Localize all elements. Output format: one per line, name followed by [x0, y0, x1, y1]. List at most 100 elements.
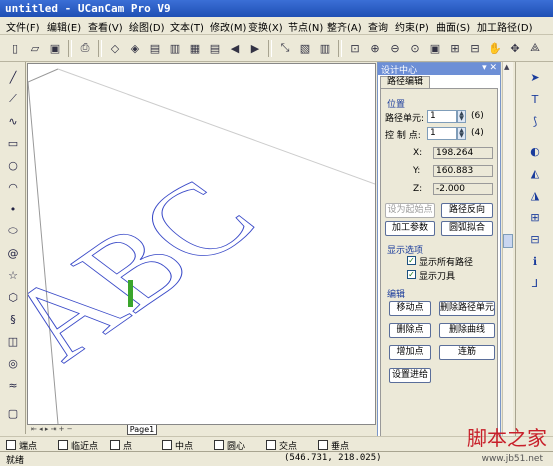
menu-toolpath[interactable]: 加工路径(D) [477, 19, 533, 34]
barcode-icon[interactable]: ▥ [316, 39, 334, 57]
zoom-window-icon[interactable]: ⊡ [346, 39, 364, 57]
menu-modify[interactable]: 修改(M) [210, 19, 246, 34]
y-value: 160.883 [433, 165, 493, 177]
paste-icon[interactable]: ▤ [146, 39, 164, 57]
zoom-out-icon[interactable]: ⊖ [386, 39, 404, 57]
spline-tool-icon[interactable]: § [4, 310, 22, 328]
panel-scrollbar[interactable]: ▲ [502, 62, 513, 447]
path-unit-input[interactable]: 1 [427, 110, 457, 123]
add-point-button[interactable]: 增加点 [389, 345, 431, 360]
set-feed-button[interactable]: 设置进给 [389, 368, 431, 383]
menu-query[interactable]: 查询 [368, 19, 388, 34]
point-tool-icon[interactable]: • [4, 200, 22, 218]
cutter-icon[interactable]: ◭ [526, 164, 544, 182]
menu-edit[interactable]: 编辑(E) [47, 19, 81, 34]
scroll-up-icon[interactable]: ▲ [504, 63, 509, 71]
bezier-tool-icon[interactable]: ∿ [4, 112, 22, 130]
select-tool-icon[interactable]: ⤡ [276, 39, 294, 57]
redo-icon[interactable]: ▶ [246, 39, 264, 57]
star-tool-icon[interactable]: ☆ [4, 266, 22, 284]
zoom-extents-icon[interactable]: ⊟ [466, 39, 484, 57]
new-file-icon[interactable]: ▯ [6, 39, 24, 57]
text-tool-icon[interactable]: T [526, 90, 544, 108]
status-coords: (546.731, 218.025) [284, 453, 382, 463]
show-all-paths-checkbox[interactable]: ✓ [407, 256, 416, 265]
rectangle-tool-icon[interactable]: ▭ [4, 134, 22, 152]
menu-surface[interactable]: 曲面(S) [436, 19, 470, 34]
tab-path-edit[interactable]: 路径编辑 [380, 76, 430, 88]
menu-text[interactable]: 文本(T) [170, 19, 204, 34]
open-file-icon[interactable]: ▱ [26, 39, 44, 57]
path-unit-spinner-icon[interactable]: ▲ ▼ [457, 110, 466, 123]
menu-node[interactable]: 节点(N) [288, 19, 323, 34]
save-icon[interactable]: ▣ [46, 39, 64, 57]
cut-icon[interactable]: ◇ [106, 39, 124, 57]
arc-fit-button[interactable]: 圆弧拟合 [441, 221, 493, 236]
wave-tool-icon[interactable]: ≈ [4, 376, 22, 394]
path-icon[interactable]: ⅃ [526, 274, 544, 292]
polygon-tool-icon[interactable]: ⬡ [4, 288, 22, 306]
show-tool-checkbox[interactable]: ✓ [407, 270, 416, 279]
sphere-icon[interactable]: ◐ [526, 142, 544, 160]
circle-tool-icon[interactable]: ○ [4, 156, 22, 174]
pan-hand-icon[interactable]: ✋ [486, 39, 504, 57]
tilt-icon[interactable]: ◮ [526, 186, 544, 204]
scrollbar-thumb[interactable] [503, 234, 513, 248]
drawing-canvas[interactable]: ABC [27, 63, 376, 425]
tab-page1[interactable]: Page1 [127, 425, 157, 435]
layers-icon[interactable]: ▧ [296, 39, 314, 57]
set-start-button[interactable]: 设为起始点 [385, 203, 435, 218]
title-bar: untitled - UCanCam Pro V9 [0, 0, 553, 17]
node-edit-icon[interactable]: ⟆ [526, 112, 544, 130]
line-tool-icon[interactable]: ╱ [4, 68, 22, 86]
tile-windows-icon[interactable]: ⊞ [526, 208, 544, 226]
machining-params-button[interactable]: 加工参数 [385, 221, 435, 236]
ellipse-tool-icon[interactable]: ⬭ [4, 222, 22, 240]
ctrl-point-input[interactable]: 1 [427, 127, 457, 140]
menu-align[interactable]: 整齐(A) [327, 19, 362, 34]
properties-icon[interactable]: ▤ [206, 39, 224, 57]
menu-transform[interactable]: 变换(X) [248, 19, 283, 34]
zoom-in-icon[interactable]: ⊕ [366, 39, 384, 57]
polyline-tool-icon[interactable]: ⟋ [4, 90, 22, 108]
delete-point-button[interactable]: 删除点 [389, 323, 431, 338]
zoom-all-icon[interactable]: ⊞ [446, 39, 464, 57]
print-icon[interactable]: ⎙ [76, 39, 94, 57]
arc-tool-icon[interactable]: ◠ [4, 178, 22, 196]
copy-icon[interactable]: ◈ [126, 39, 144, 57]
ctrl-point-spinner-icon[interactable]: ▲ ▼ [457, 127, 466, 140]
target-tool-icon[interactable]: ◎ [4, 354, 22, 372]
frame-tool-icon[interactable]: ▢ [4, 404, 22, 422]
main-toolbar: ▯ ▱ ▣ ⎙ ◇ ◈ ▤ ▥ ▦ ▤ ◀ ▶ ⤡ ▧ ▥ ⊡ ⊕ ⊖ ⊙ ▣ … [0, 36, 553, 62]
offset-tool-icon[interactable]: ◫ [4, 332, 22, 350]
z-label: Z: [413, 184, 423, 194]
status-bar: 就绪 (546.731, 218.025) [0, 451, 553, 466]
reverse-path-button[interactable]: 路径反向 [441, 203, 493, 218]
cursor-icon[interactable]: ➤ [526, 68, 544, 86]
menu-constraint[interactable]: 约束(P) [395, 19, 429, 34]
drawing-toolbar: ╱ ⟋ ∿ ▭ ○ ◠ • ⬭ @ ☆ ⬡ § ◫ ◎ ≈ ▢ [0, 62, 26, 434]
3d-view-icon[interactable]: ⟁ [526, 39, 544, 57]
spiral-tool-icon[interactable]: @ [4, 244, 22, 262]
page-nav-icon[interactable]: ⇤ ◂ ▸ ⇥ + − [31, 425, 73, 433]
rotate-view-icon[interactable]: ✥ [506, 39, 524, 57]
ctrl-point-count: (4) [471, 128, 484, 138]
zoom-previous-icon[interactable]: ⊙ [406, 39, 424, 57]
menu-view[interactable]: 查看(V) [88, 19, 123, 34]
zoom-page-icon[interactable]: ▣ [426, 39, 444, 57]
menu-file[interactable]: 文件(F) [6, 19, 40, 34]
delete-path-unit-button[interactable]: 删除路径单元 [439, 301, 495, 316]
cascade-icon[interactable]: ⊟ [526, 230, 544, 248]
ruler-icon[interactable]: ▥ [166, 39, 184, 57]
connect-button[interactable]: 连筋 [439, 345, 495, 360]
delete-curve-button[interactable]: 删除曲线 [439, 323, 495, 338]
panel-close-icon[interactable]: ▾ ✕ [482, 63, 497, 73]
window-title: untitled - UCanCam Pro V9 [5, 2, 171, 15]
x-value: 198.264 [433, 147, 493, 159]
move-point-button[interactable]: 移动点 [389, 301, 431, 316]
menu-draw[interactable]: 绘图(D) [129, 19, 165, 34]
info-icon[interactable]: ℹ [526, 252, 544, 270]
undo-icon[interactable]: ◀ [226, 39, 244, 57]
page-tab-strip: ⇤ ◂ ▸ ⇥ + − Page1 [27, 425, 376, 435]
grid-icon[interactable]: ▦ [186, 39, 204, 57]
